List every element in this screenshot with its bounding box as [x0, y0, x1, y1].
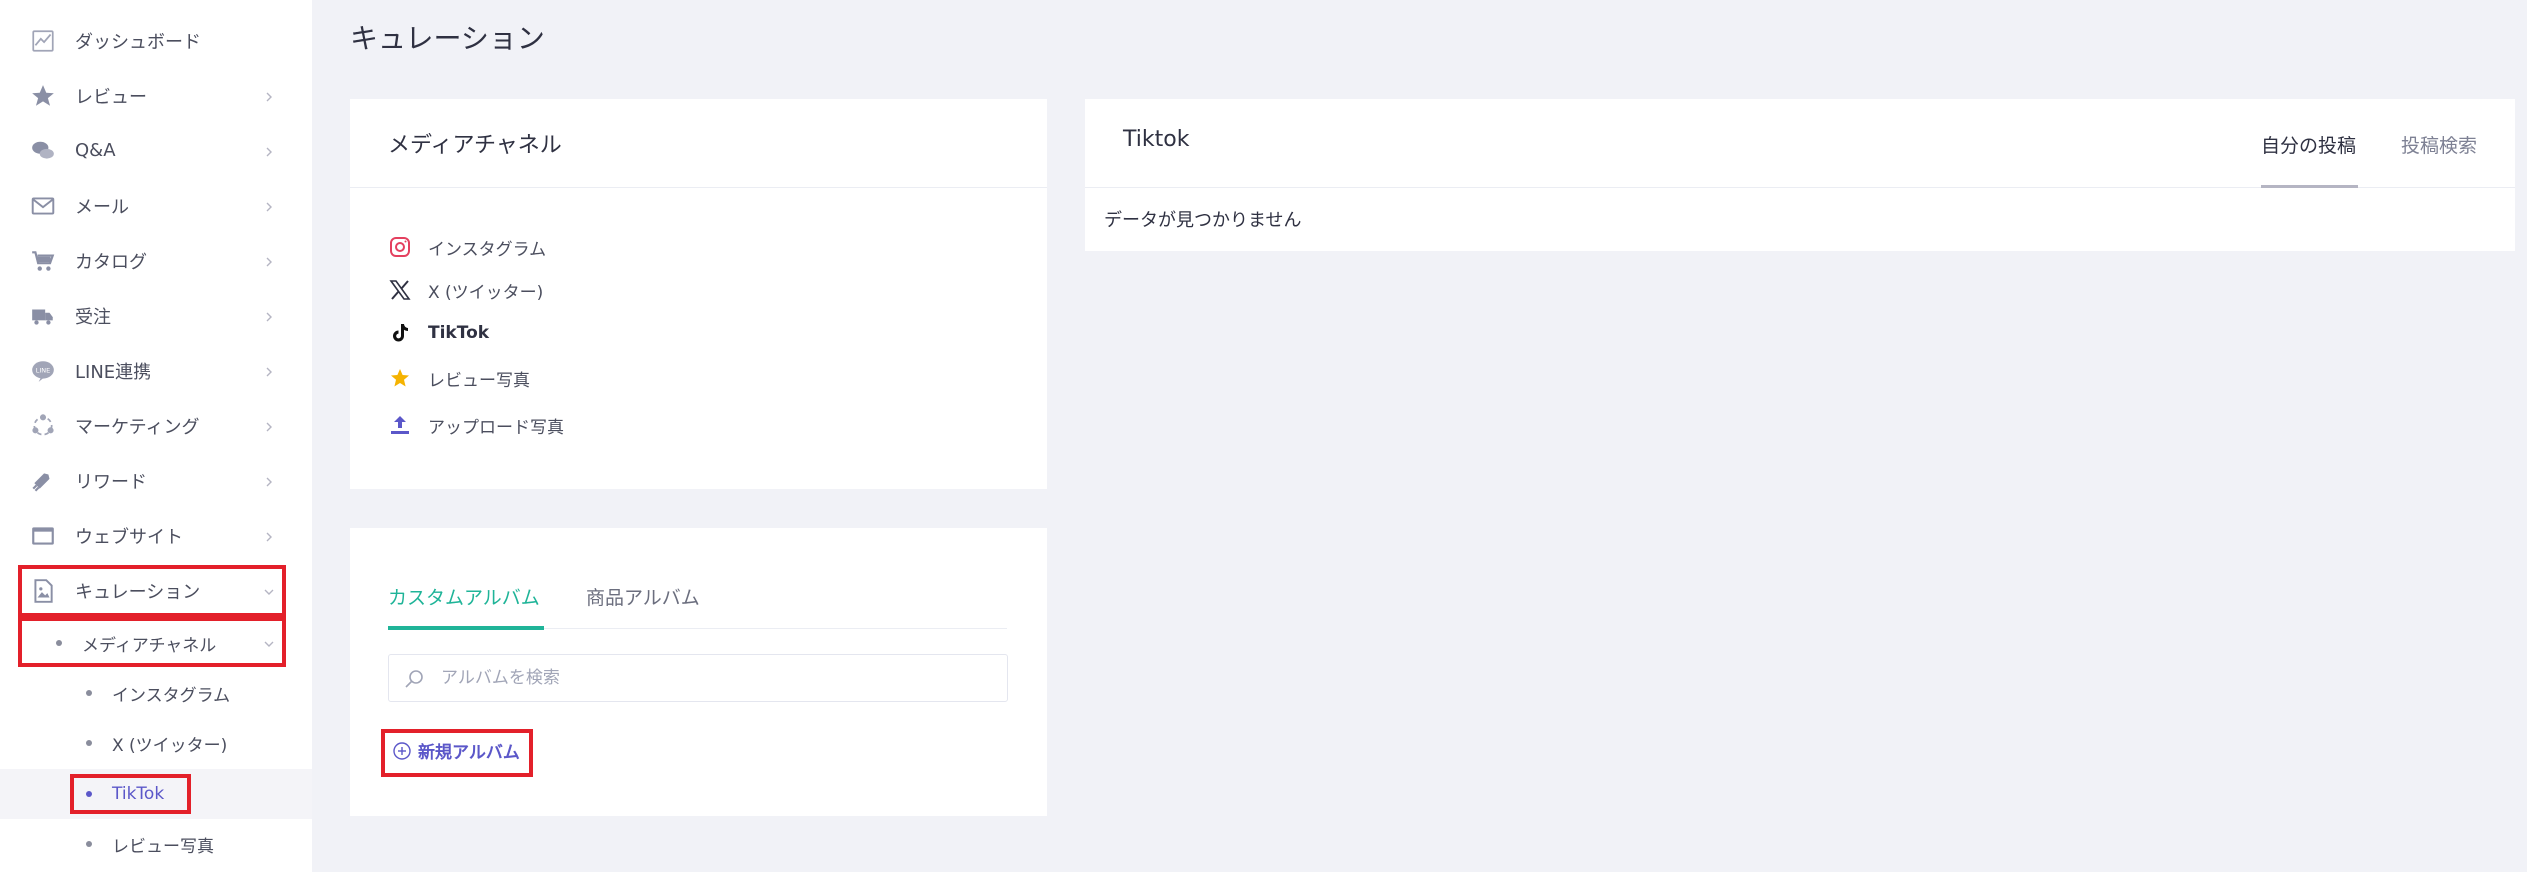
- channel-label: インスタグラム: [428, 239, 547, 260]
- star-icon: [388, 366, 412, 390]
- image-document-icon: [30, 578, 56, 604]
- tiktok-icon: [388, 321, 412, 345]
- sidebar-subitem-instagram[interactable]: インスタグラム: [0, 668, 312, 718]
- sidebar-item-label: マーケティング: [75, 416, 200, 438]
- cart-icon: [30, 248, 56, 274]
- sidebar-item-label: カタログ: [75, 251, 147, 273]
- sidebar-subitem-media-channel[interactable]: メディアチャネル: [0, 618, 312, 668]
- chevron-right-icon: [262, 144, 276, 158]
- bullet-dot-icon: [56, 640, 62, 646]
- x-logo-icon: [388, 278, 412, 302]
- channel-tiktok[interactable]: TikTok: [388, 316, 688, 350]
- sidebar-item-label: レビュー: [75, 86, 147, 108]
- divider: [350, 187, 1047, 188]
- sidebar-subitem-tiktok[interactable]: TikTok: [0, 769, 312, 819]
- sidebar-item-dashboard[interactable]: ダッシュボード: [0, 13, 312, 68]
- sidebar-item-label: メール: [75, 196, 129, 218]
- chevron-right-icon: [262, 309, 276, 323]
- channel-label: TikTok: [428, 323, 490, 343]
- channel-label: X (ツイッター): [428, 282, 544, 303]
- sidebar-subitem-x[interactable]: X (ツイッター): [0, 718, 312, 768]
- sidebar-item-orders[interactable]: 受注: [0, 288, 312, 343]
- album-search-box: [388, 654, 1008, 702]
- sidebar-item-review[interactable]: レビュー: [0, 68, 312, 123]
- chevron-right-icon: [262, 529, 276, 543]
- sidebar-subitem-label: インスタグラム: [112, 685, 231, 706]
- sidebar-item-catalog[interactable]: カタログ: [0, 233, 312, 288]
- sidebar-item-label: ウェブサイト: [75, 526, 183, 548]
- reward-icon: [30, 468, 56, 494]
- sidebar: ダッシュボード レビュー Q&A メール カタログ 受注 LINE LINE連携…: [0, 0, 312, 872]
- tab-my-posts[interactable]: 自分の投稿: [2261, 131, 2356, 158]
- media-channel-card: メディアチャネル インスタグラム X (ツイッター) TikTok レビュー写真: [350, 99, 1047, 489]
- sidebar-subitem-label: レビュー写真: [112, 836, 214, 857]
- channel-label: レビュー写真: [428, 370, 530, 391]
- page-title: キュレーション: [350, 22, 545, 55]
- chevron-right-icon: [262, 364, 276, 378]
- card-title: メディアチャネル: [388, 133, 562, 158]
- sidebar-subitem-label: X (ツイッター): [112, 735, 228, 756]
- sidebar-item-curation[interactable]: キュレーション: [0, 563, 312, 618]
- envelope-icon: [30, 193, 56, 219]
- sidebar-subitem-label: メディアチャネル: [82, 635, 217, 656]
- active-tab-indicator: [2261, 185, 2358, 188]
- bullet-dot-icon: [86, 690, 92, 696]
- empty-state-message: データが見つかりません: [1104, 210, 1302, 231]
- new-album-button[interactable]: 新規アルバム: [392, 738, 520, 763]
- chevron-down-icon: [262, 584, 276, 598]
- chevron-right-icon: [262, 89, 276, 103]
- star-icon: [30, 83, 56, 109]
- card-title: Tiktok: [1123, 127, 1190, 152]
- channel-label: アップロード写真: [428, 417, 564, 438]
- chat-bubbles-icon: [30, 138, 56, 164]
- tab-product-album[interactable]: 商品アルバム: [586, 583, 700, 610]
- sidebar-item-label: LINE連携: [75, 361, 152, 383]
- bullet-dot-icon: [86, 841, 92, 847]
- instagram-icon: [388, 235, 412, 259]
- sidebar-subitem-label: TikTok: [112, 784, 165, 804]
- channel-instagram[interactable]: インスタグラム: [388, 230, 688, 264]
- sidebar-item-label: キュレーション: [75, 581, 201, 603]
- chevron-down-icon: [262, 636, 276, 650]
- sidebar-item-label: ダッシュボード: [75, 31, 201, 53]
- tab-custom-album[interactable]: カスタムアルバム: [388, 583, 540, 610]
- channel-x[interactable]: X (ツイッター): [388, 273, 688, 307]
- album-card: カスタムアルバム 商品アルバム 新規アルバム: [350, 528, 1047, 816]
- sidebar-item-mail[interactable]: メール: [0, 178, 312, 233]
- search-icon: [403, 668, 425, 690]
- active-tab-indicator: [388, 626, 544, 630]
- sidebar-item-label: 受注: [75, 306, 111, 328]
- new-album-label: 新規アルバム: [418, 743, 520, 763]
- truck-icon: [30, 303, 56, 329]
- marketing-icon: [30, 413, 56, 439]
- sidebar-item-line[interactable]: LINE LINE連携: [0, 343, 312, 398]
- chevron-right-icon: [262, 199, 276, 213]
- sidebar-item-reward[interactable]: リワード: [0, 453, 312, 508]
- sidebar-item-marketing[interactable]: マーケティング: [0, 398, 312, 453]
- chevron-right-icon: [262, 419, 276, 433]
- sidebar-subitem-review-photos[interactable]: レビュー写真: [0, 819, 312, 869]
- album-search-input[interactable]: [441, 655, 961, 701]
- channel-review-photos[interactable]: レビュー写真: [388, 361, 688, 395]
- tab-post-search[interactable]: 投稿検索: [2401, 131, 2477, 158]
- chart-icon: [30, 28, 56, 54]
- plus-circle-icon: [393, 741, 411, 760]
- sidebar-item-label: リワード: [75, 471, 147, 493]
- channel-uploaded-photos[interactable]: アップロード写真: [388, 408, 688, 442]
- tiktok-card: Tiktok 自分の投稿 投稿検索 データが見つかりません: [1085, 99, 2515, 251]
- chevron-right-icon: [262, 254, 276, 268]
- sidebar-item-label: Q&A: [75, 140, 116, 161]
- chevron-right-icon: [262, 474, 276, 488]
- svg-text:LINE: LINE: [36, 366, 51, 374]
- sidebar-item-qa[interactable]: Q&A: [0, 123, 312, 178]
- browser-window-icon: [30, 523, 56, 549]
- line-icon: LINE: [30, 358, 56, 384]
- bullet-dot-icon: [86, 791, 92, 797]
- upload-icon: [388, 413, 412, 437]
- app-root: ダッシュボード レビュー Q&A メール カタログ 受注 LINE LINE連携…: [0, 0, 2527, 872]
- sidebar-item-website[interactable]: ウェブサイト: [0, 508, 312, 563]
- bullet-dot-icon: [86, 740, 92, 746]
